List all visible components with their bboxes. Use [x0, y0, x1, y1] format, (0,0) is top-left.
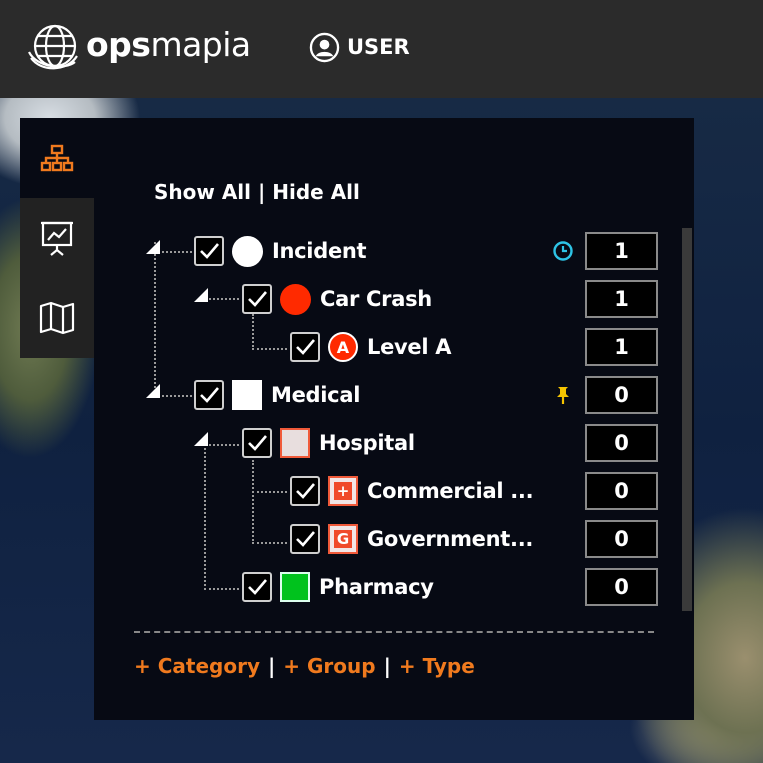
checkbox-hospital[interactable]	[242, 428, 272, 458]
check-icon	[296, 339, 315, 355]
collapse-toggle-car-crash[interactable]	[194, 288, 208, 302]
checkbox-car-crash[interactable]	[242, 284, 272, 314]
add-separator: |	[383, 654, 391, 678]
top-bar: opsmapia USER	[0, 0, 763, 98]
collapse-toggle-hospital[interactable]	[194, 432, 208, 446]
checkbox-level-a[interactable]	[290, 332, 320, 362]
hide-all-link[interactable]: Hide All	[272, 180, 360, 204]
map-view-button[interactable]	[20, 278, 94, 358]
show-hide-controls: Show All | Hide All	[154, 180, 360, 204]
collapse-toggle-medical[interactable]	[146, 384, 160, 398]
count-hospital: 0	[585, 424, 658, 462]
count-government: 0	[585, 520, 658, 558]
panel-divider	[134, 631, 654, 633]
red-circle-symbol	[280, 283, 311, 315]
check-icon	[200, 387, 219, 403]
checkbox-incident[interactable]	[194, 236, 224, 266]
tree-row-car-crash: Car Crash	[242, 280, 432, 318]
globe-icon	[28, 24, 78, 70]
checkbox-government[interactable]	[290, 524, 320, 554]
show-hide-separator: |	[257, 180, 266, 204]
add-group-link[interactable]: + Group	[283, 654, 375, 678]
add-controls: + Category | + Group | + Type	[134, 654, 475, 678]
add-separator: |	[267, 654, 276, 678]
tree-row-government: G Government...	[290, 520, 533, 558]
user-circle-icon	[309, 32, 340, 62]
tree-line	[204, 588, 239, 590]
add-type-link[interactable]: + Type	[399, 654, 475, 678]
brand-name[interactable]: opsmapia	[86, 25, 251, 64]
row-label[interactable]: Hospital	[319, 431, 415, 455]
badge-letter: +	[334, 482, 352, 500]
tree-row-hospital: Hospital	[242, 424, 415, 462]
check-icon	[248, 435, 267, 451]
red-square-badge-symbol: +	[328, 476, 358, 506]
tree-row-medical: Medical	[194, 376, 360, 414]
badge-letter: G	[334, 530, 352, 548]
user-label: USER	[347, 35, 410, 59]
row-label[interactable]: Government...	[367, 527, 533, 551]
red-square-badge-symbol: G	[328, 524, 358, 554]
hierarchy-icon	[40, 144, 74, 172]
tree-line	[252, 542, 287, 544]
white-circle-symbol	[232, 235, 263, 267]
presentation-chart-icon	[41, 221, 73, 256]
check-icon	[248, 291, 267, 307]
row-label[interactable]: Car Crash	[320, 287, 432, 311]
tree-row-level-a: A Level A	[290, 328, 452, 366]
green-square-symbol	[280, 572, 310, 602]
show-all-link[interactable]: Show All	[154, 180, 251, 204]
checkbox-pharmacy[interactable]	[242, 572, 272, 602]
row-label[interactable]: Level A	[367, 335, 452, 359]
check-icon	[296, 531, 315, 547]
check-icon	[248, 579, 267, 595]
check-icon	[296, 483, 315, 499]
clock-icon[interactable]	[552, 240, 574, 262]
pin-icon[interactable]	[552, 384, 574, 406]
map-icon	[39, 301, 75, 335]
user-menu-button[interactable]: USER	[309, 30, 410, 64]
row-label[interactable]: Medical	[271, 383, 360, 407]
panel-scrollbar[interactable]	[682, 228, 692, 611]
check-icon	[200, 243, 219, 259]
count-commercial: 0	[585, 472, 658, 510]
white-square-symbol	[232, 380, 262, 410]
layers-panel: Show All | Hide All Incident 1 Car Crash…	[94, 118, 694, 720]
checkbox-medical[interactable]	[194, 380, 224, 410]
collapse-toggle-incident[interactable]	[146, 240, 160, 254]
tree-row-pharmacy: Pharmacy	[242, 568, 434, 606]
light-square-symbol	[280, 428, 310, 458]
row-label[interactable]: Incident	[272, 239, 367, 263]
checkbox-commercial[interactable]	[290, 476, 320, 506]
row-label[interactable]: Commercial ...	[367, 479, 534, 503]
tree-line	[252, 348, 287, 350]
presentation-button[interactable]	[20, 198, 94, 278]
tree-line	[154, 242, 156, 392]
layers-tree-button[interactable]	[20, 118, 94, 198]
count-incident: 1	[585, 232, 658, 270]
red-badge-symbol: A	[328, 332, 358, 362]
add-category-link[interactable]: + Category	[134, 654, 260, 678]
tree-line	[204, 444, 206, 590]
tree-line	[252, 460, 254, 544]
count-medical: 0	[585, 376, 658, 414]
count-level-a: 1	[585, 328, 658, 366]
count-car-crash: 1	[585, 280, 658, 318]
tree-line	[252, 491, 287, 493]
side-toolbar	[20, 118, 94, 358]
row-label[interactable]: Pharmacy	[319, 575, 434, 599]
badge-letter: A	[336, 337, 350, 357]
tree-row-incident: Incident	[194, 232, 367, 270]
count-pharmacy: 0	[585, 568, 658, 606]
tree-row-commercial: + Commercial ...	[290, 472, 534, 510]
tree-line	[252, 314, 254, 350]
